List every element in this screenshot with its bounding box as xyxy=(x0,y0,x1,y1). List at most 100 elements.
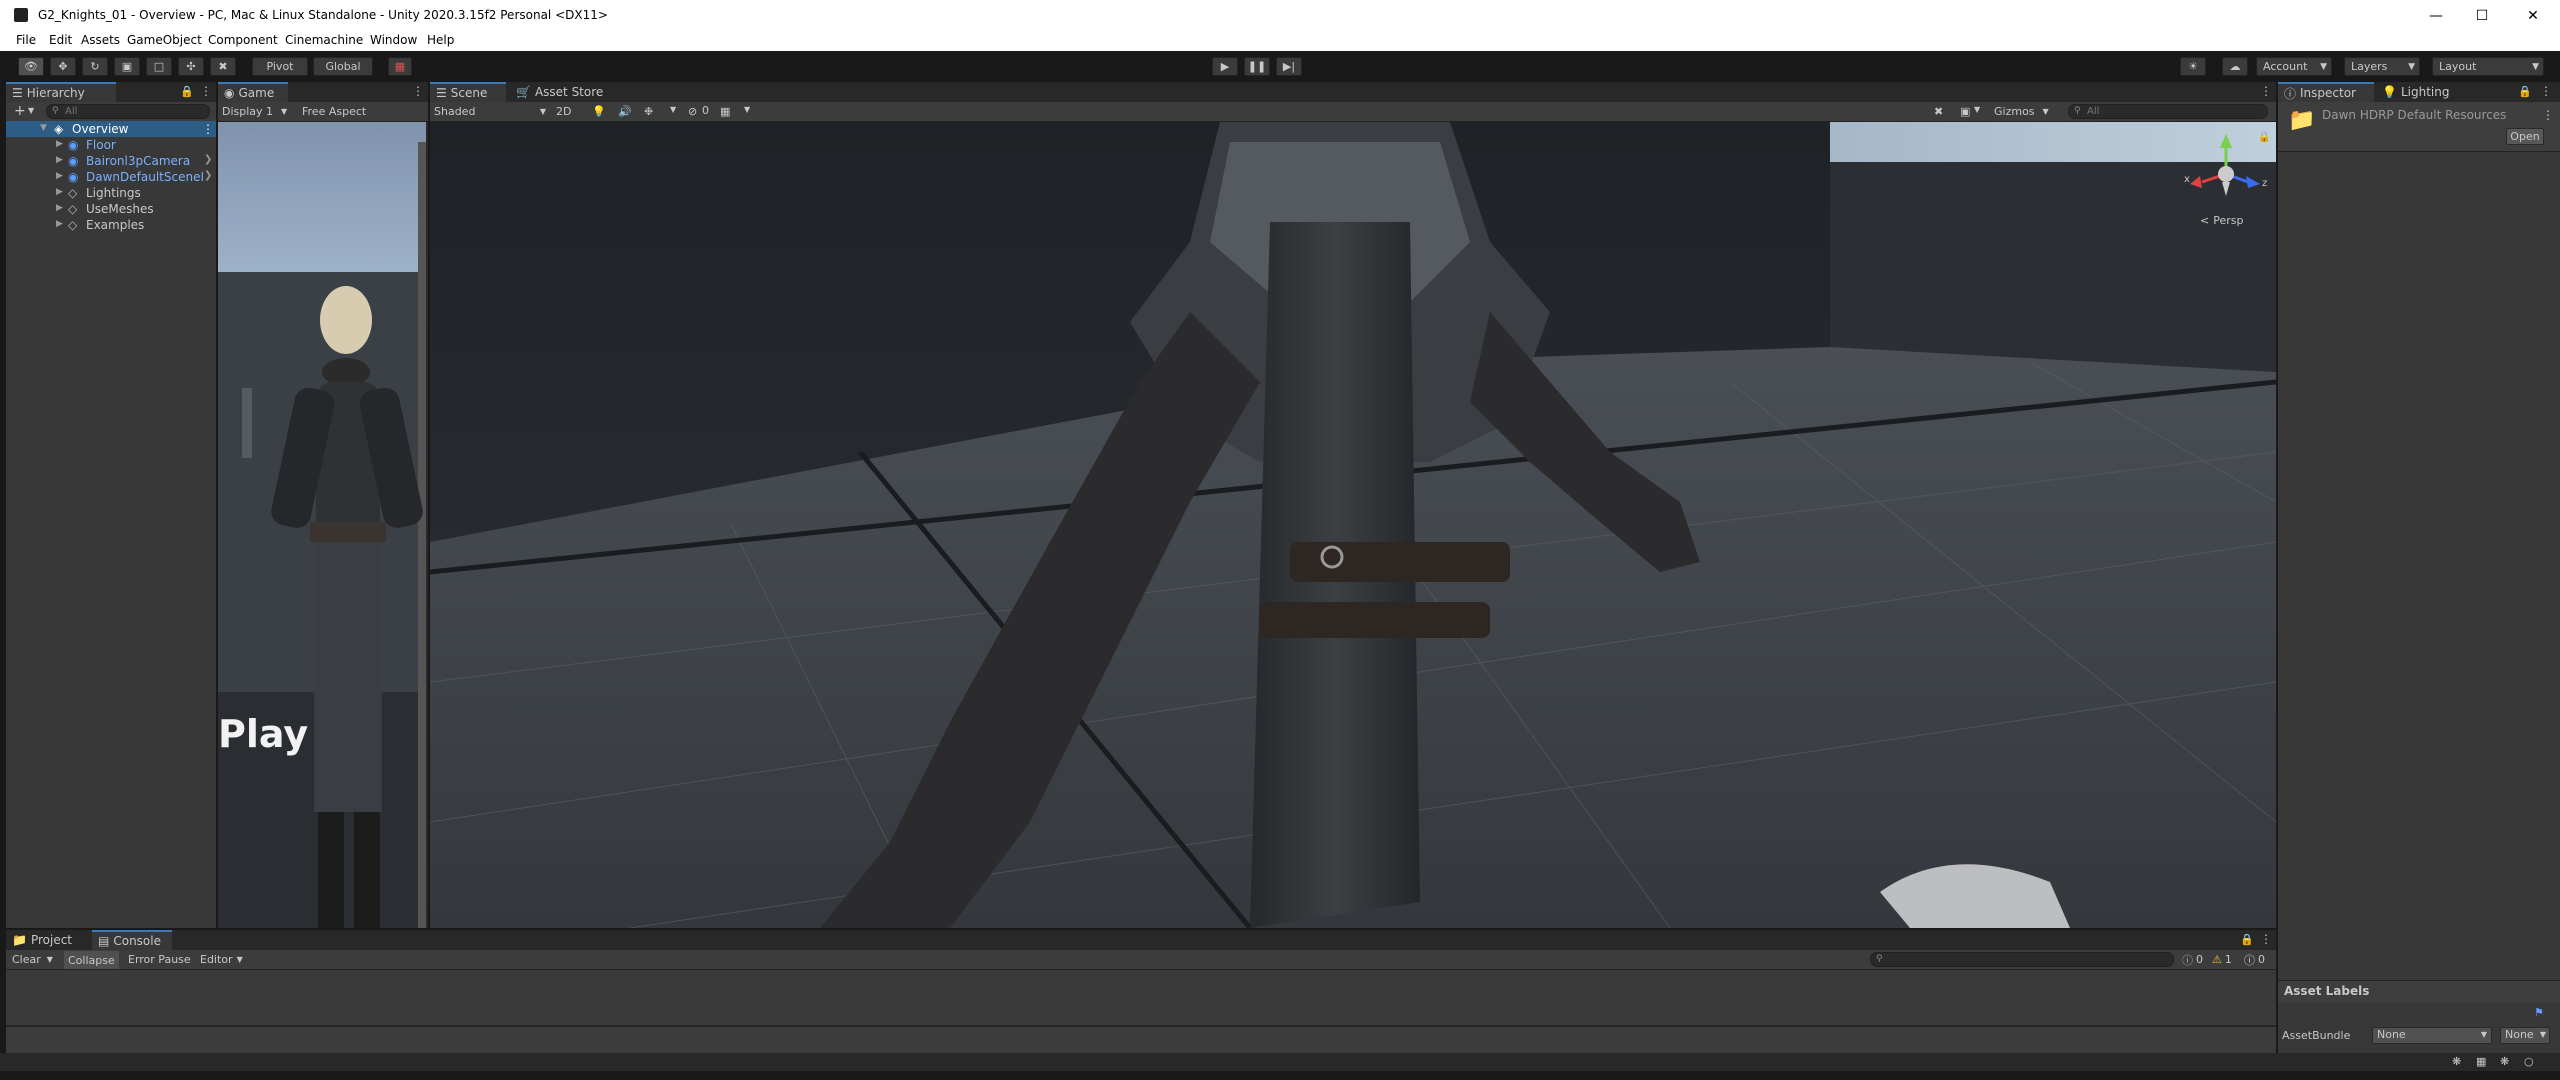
2d-toggle-button[interactable]: 2D xyxy=(556,103,571,120)
assetbundle-dropdown[interactable]: None ▼ xyxy=(2372,1027,2492,1044)
scale-tool-icon[interactable]: ▣ xyxy=(114,57,140,76)
aspect-dropdown[interactable]: Free Aspect xyxy=(302,103,366,120)
kebab-menu-icon[interactable]: ⋮ xyxy=(2260,932,2272,946)
kebab-menu-icon[interactable]: ⋮ xyxy=(200,84,212,98)
warning-filter-toggle[interactable]: ⚠ 1 xyxy=(2212,951,2232,968)
account-dropdown[interactable]: Account ▼ xyxy=(2256,57,2332,76)
tab-scene[interactable]: ☰ Scene xyxy=(430,82,506,102)
chevron-right-icon[interactable]: ❯ xyxy=(204,154,212,165)
menu-cinemachine[interactable]: Cinemachine xyxy=(285,33,363,47)
expand-arrow-icon[interactable]: ▶ xyxy=(56,219,63,229)
lock-icon[interactable]: 🔒 xyxy=(2518,85,2532,98)
audio-toggle-icon[interactable]: 🔊 xyxy=(618,105,632,118)
close-icon[interactable]: ✕ xyxy=(2506,0,2560,31)
kebab-menu-icon[interactable]: ⋮ xyxy=(2260,84,2272,98)
tab-project[interactable]: 📁 Project xyxy=(6,930,82,950)
tag-icon[interactable]: ⚑ xyxy=(2534,1006,2544,1019)
gizmos-dropdown[interactable]: Gizmos ▼ xyxy=(1994,103,2049,120)
collapse-toggle[interactable]: Collapse xyxy=(64,951,119,969)
step-button[interactable]: ▶| xyxy=(1276,57,1302,76)
tab-game[interactable]: ◉ Game xyxy=(218,82,288,102)
chevron-down-icon[interactable]: ▼ xyxy=(670,105,676,114)
hierarchy-search-input[interactable]: ⚲ All xyxy=(46,104,210,119)
cloud-icon[interactable]: ☁ xyxy=(2222,57,2248,76)
hierarchy-row-overview[interactable]: ▼ ◈ Overview ⋮ xyxy=(6,121,216,137)
chevron-right-icon[interactable]: ❯ xyxy=(204,170,212,181)
lock-icon[interactable]: 🔒 xyxy=(180,85,194,98)
chevron-down-icon[interactable]: ▼ xyxy=(28,106,34,115)
maximize-icon[interactable]: ☐ xyxy=(2459,0,2505,31)
play-button[interactable]: ▶ xyxy=(1212,57,1238,76)
chevron-down-icon[interactable]: ▼ xyxy=(744,105,750,114)
kebab-menu-icon[interactable]: ⋮ xyxy=(2542,108,2554,122)
hidden-objects-icon[interactable]: ⊘ xyxy=(688,105,697,118)
display-dropdown[interactable]: Display 1 ▼ xyxy=(222,103,287,120)
error-pause-toggle[interactable]: Error Pause xyxy=(128,951,191,968)
projection-toggle[interactable]: < Persp xyxy=(2200,214,2243,227)
camera-icon[interactable]: ▣ xyxy=(1960,105,1970,118)
view-tool-icon[interactable]: 👁 xyxy=(18,57,44,76)
expand-arrow-icon[interactable]: ▶ xyxy=(56,171,63,181)
menu-help[interactable]: Help xyxy=(427,33,454,47)
error-filter-toggle[interactable]: ⓘ 0 xyxy=(2244,951,2265,968)
hierarchy-row-dawn[interactable]: ▶ ◉ DawnDefaultSceneI ❯ xyxy=(6,169,216,185)
game-view[interactable]: Play xyxy=(218,122,426,928)
assetbundle-variant-dropdown[interactable]: None ▼ xyxy=(2500,1027,2550,1044)
tab-asset-store[interactable]: 🛒 Asset Store xyxy=(510,82,610,102)
custom-tool-icon[interactable]: ✖ xyxy=(210,57,236,76)
kebab-menu-icon[interactable]: ⋮ xyxy=(2540,84,2552,98)
tab-console[interactable]: ▤ Console xyxy=(92,930,172,950)
layers-dropdown[interactable]: Layers ▼ xyxy=(2344,57,2420,76)
global-toggle-button[interactable]: Global xyxy=(313,57,373,76)
transform-tool-icon[interactable]: ✣ xyxy=(178,57,204,76)
lock-icon[interactable]: 🔒 xyxy=(2240,933,2254,946)
hierarchy-row-lightings[interactable]: ▶ ◇ Lightings xyxy=(6,185,216,201)
collab-icon[interactable]: ☀ xyxy=(2180,57,2206,76)
layout-dropdown[interactable]: Layout ▼ xyxy=(2432,57,2544,76)
add-button[interactable]: + xyxy=(14,103,26,119)
pause-button[interactable]: ❚❚ xyxy=(1244,57,1270,76)
lighting-toggle-icon[interactable]: 💡 xyxy=(592,105,606,118)
kebab-menu-icon[interactable]: ⋮ xyxy=(412,84,424,98)
menu-gameobject[interactable]: GameObject xyxy=(127,33,202,47)
console-log-area[interactable] xyxy=(6,970,2276,1025)
shading-mode-dropdown[interactable]: Shaded ▼ xyxy=(434,103,546,120)
editor-dropdown[interactable]: Editor ▼ xyxy=(200,951,243,968)
cache-icon[interactable]: ▦ xyxy=(2476,1055,2486,1068)
lock-icon[interactable]: 🔒 xyxy=(2258,132,2270,143)
expand-arrow-icon[interactable]: ▼ xyxy=(40,123,47,133)
tab-lighting[interactable]: 💡 Lighting xyxy=(2376,82,2456,102)
menu-file[interactable]: File xyxy=(16,33,36,47)
expand-arrow-icon[interactable]: ▶ xyxy=(56,139,63,149)
minimize-icon[interactable]: — xyxy=(2413,0,2459,31)
chevron-down-icon[interactable]: ▼ xyxy=(1974,105,1980,114)
open-button[interactable]: Open xyxy=(2506,128,2544,145)
tools-icon[interactable]: ✖ xyxy=(1934,105,1943,118)
expand-arrow-icon[interactable]: ▶ xyxy=(56,203,63,213)
expand-arrow-icon[interactable]: ▶ xyxy=(56,187,63,197)
scene-search-input[interactable]: ⚲ All xyxy=(2068,104,2268,119)
bug-icon[interactable]: ❋ xyxy=(2452,1055,2461,1068)
hierarchy-row-examples[interactable]: ▶ ◇ Examples xyxy=(6,217,216,233)
tab-hierarchy[interactable]: ☰ Hierarchy xyxy=(6,82,116,102)
grid-toggle-icon[interactable]: ▦ xyxy=(720,105,730,118)
grid-snap-icon[interactable]: ▦ xyxy=(388,57,412,76)
hierarchy-row-floor[interactable]: ▶ ◉ Floor xyxy=(6,137,216,153)
rotate-tool-icon[interactable]: ↻ xyxy=(82,57,108,76)
menu-assets[interactable]: Assets xyxy=(81,33,120,47)
rect-tool-icon[interactable]: □ xyxy=(146,57,172,76)
expand-arrow-icon[interactable]: ▶ xyxy=(56,155,63,165)
debug-icon[interactable]: ❋ xyxy=(2500,1055,2509,1068)
menu-component[interactable]: Component xyxy=(208,33,278,47)
kebab-menu-icon[interactable]: ⋮ xyxy=(202,122,214,136)
effects-toggle-icon[interactable]: ❉ xyxy=(644,105,653,118)
scene-view[interactable]: y x z 🔒 < Persp xyxy=(430,122,2276,928)
menu-edit[interactable]: Edit xyxy=(49,33,72,47)
pivot-toggle-button[interactable]: Pivot xyxy=(252,57,308,76)
hierarchy-row-camera[interactable]: ▶ ◉ Baironl3pCamera ❯ xyxy=(6,153,216,169)
hierarchy-row-usemeshes[interactable]: ▶ ◇ UseMeshes xyxy=(6,201,216,217)
console-search-input[interactable]: ⚲ xyxy=(1870,952,2174,967)
move-tool-icon[interactable]: ✥ xyxy=(50,57,76,76)
menu-window[interactable]: Window xyxy=(370,33,417,47)
tab-inspector[interactable]: ⓘ Inspector xyxy=(2278,82,2374,102)
